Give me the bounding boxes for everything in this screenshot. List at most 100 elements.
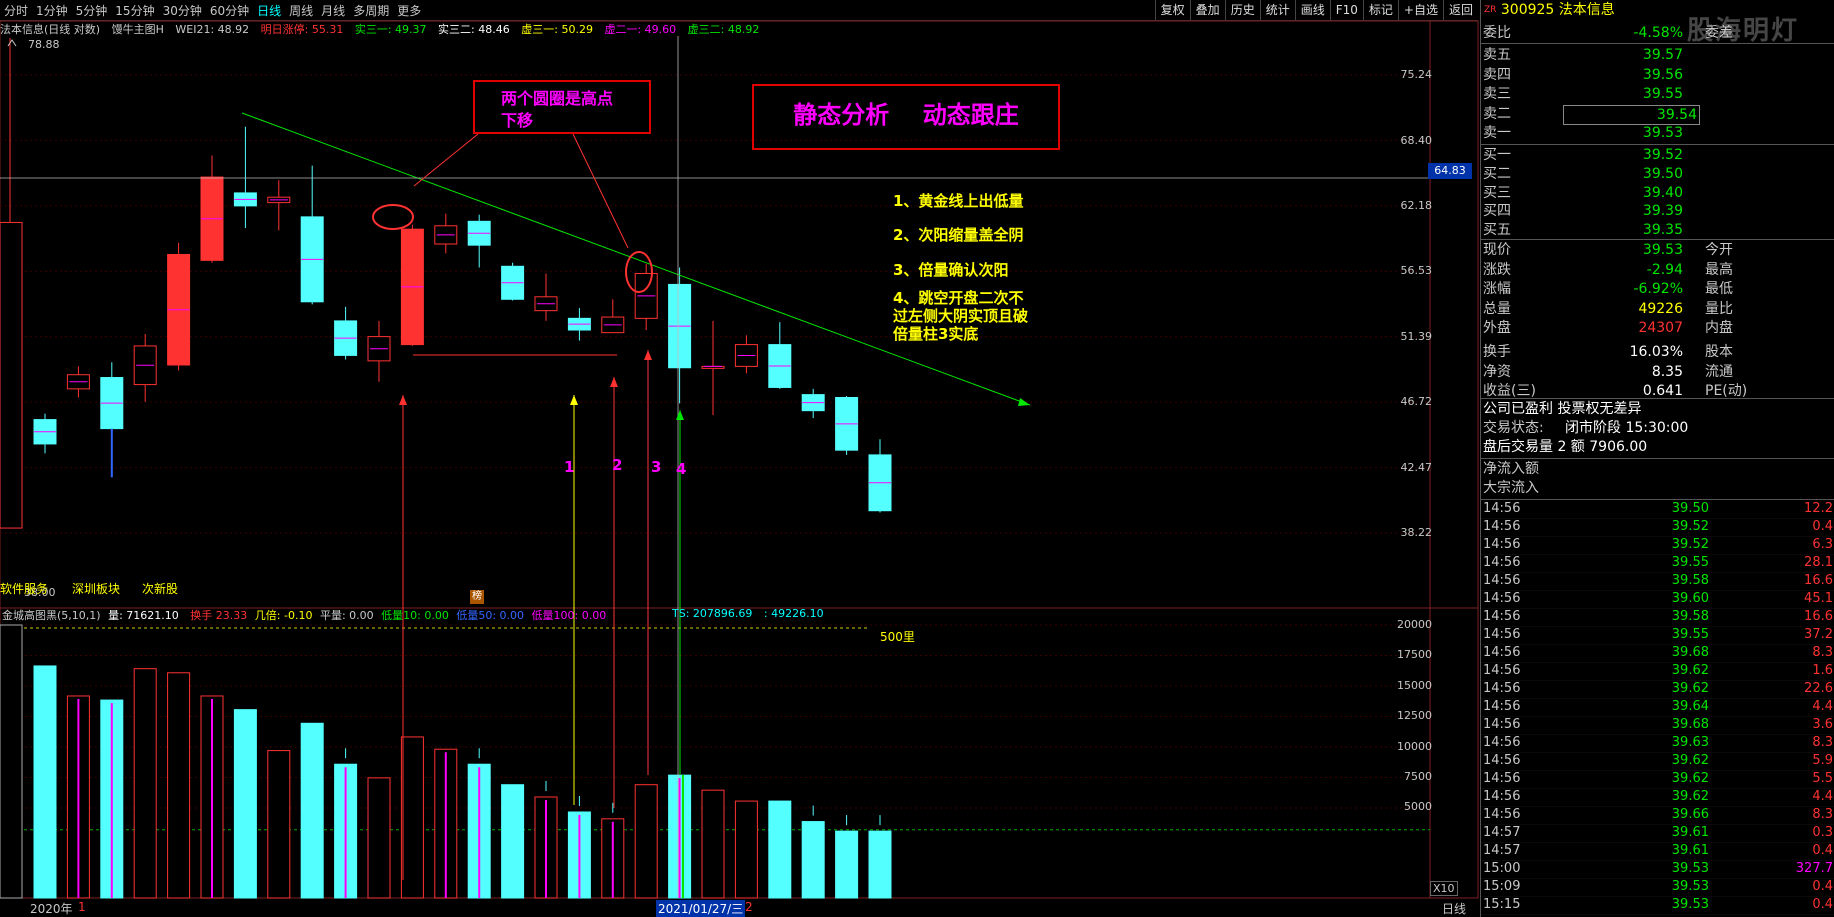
ask-row-2-price[interactable]: 39.55 <box>1643 85 1683 103</box>
ask-row-2: 卖三 39.55 <box>1483 85 1833 103</box>
volume-arrowhead-5 <box>676 410 684 420</box>
tick-row[interactable]: 14:56 39.58 16.6 <box>1481 608 1834 627</box>
volume-bar <box>300 722 324 899</box>
diliang100-value: 低量100: 0.00 <box>531 609 607 622</box>
price-tick-0: 75.24 <box>1400 68 1433 81</box>
tag-software[interactable]: 软件服务 <box>0 580 48 597</box>
daily-period-label[interactable]: 日线 <box>1442 900 1466 917</box>
tick-row[interactable]: 14:57 39.61 0.4 <box>1481 842 1834 861</box>
bid-row-1-label: 买二 <box>1483 165 1511 182</box>
status-row-2: 交易状态: 闭市阶段 15:30:00 <box>1483 419 1833 437</box>
tick-time: 14:56 <box>1483 519 1521 534</box>
tick-row[interactable]: 14:56 39.68 8.3 <box>1481 644 1834 663</box>
tick-row[interactable]: 14:56 39.58 16.6 <box>1481 572 1834 591</box>
volume-bar <box>367 777 391 899</box>
tick-price: 39.62 <box>1671 681 1709 696</box>
marker-num-3: 3 <box>651 458 662 476</box>
trend-line-arrow <box>1018 398 1030 406</box>
tick-time: 14:56 <box>1483 717 1521 732</box>
tick-volume: 327.7 <box>1795 861 1833 876</box>
stat-row-2: 涨幅 -6.92% 最低 <box>1483 280 1833 298</box>
ask-row-4-label: 卖一 <box>1483 125 1511 141</box>
stat-label-7: 收益(三) <box>1483 383 1536 400</box>
tag-shenzhen[interactable]: 深圳板块 <box>72 580 120 597</box>
volume-unit-label: X10 <box>1430 881 1458 896</box>
pointer-arrow-2 <box>572 133 629 249</box>
tick-price: 39.68 <box>1671 645 1709 660</box>
tick-time: 14:56 <box>1483 537 1521 552</box>
stat-value-6: 8.35 <box>1651 363 1683 380</box>
tick-row[interactable]: 14:56 39.60 45.1 <box>1481 590 1834 609</box>
stat-row-5: 换手 16.03% 股本 <box>1483 343 1833 361</box>
tick-volume: 16.6 <box>1804 609 1833 624</box>
stat-right-label-2: 最低 <box>1705 281 1733 298</box>
tick-time: 14:56 <box>1483 645 1521 660</box>
tick-row[interactable]: 15:00 39.53 327.7 <box>1481 860 1834 879</box>
tag-newstock[interactable]: 次新股 <box>142 580 178 597</box>
volume-bar <box>801 821 825 899</box>
bid-row-0-price[interactable]: 39.52 <box>1643 146 1683 164</box>
tick-row[interactable]: 14:56 39.52 6.3 <box>1481 536 1834 555</box>
ask-row-1-price[interactable]: 39.56 <box>1643 66 1683 84</box>
stock-code: 300925 <box>1500 2 1555 18</box>
stat-right-label-3: 量比 <box>1705 300 1733 317</box>
ask-row-3-price[interactable]: 39.54 <box>1563 104 1700 125</box>
date-month1-label: 1 <box>78 900 86 914</box>
tick-price: 39.61 <box>1671 825 1709 840</box>
tick-row[interactable]: 14:56 39.62 5.5 <box>1481 770 1834 789</box>
bid-row-1-price[interactable]: 39.50 <box>1643 165 1683 183</box>
tick-row[interactable]: 14:56 39.64 4.4 <box>1481 698 1834 717</box>
status-3: 盘后交易量 2 额 7906.00 <box>1483 439 1648 455</box>
tick-price: 39.53 <box>1671 897 1709 912</box>
volume-bar <box>768 800 792 899</box>
tick-time: 14:56 <box>1483 627 1521 642</box>
tick-row[interactable]: 14:56 39.55 37.2 <box>1481 626 1834 645</box>
tick-volume: 5.9 <box>1812 753 1833 768</box>
tick-time: 15:00 <box>1483 861 1521 876</box>
stat-label-1: 涨跌 <box>1483 261 1511 278</box>
tick-row[interactable]: 14:56 39.66 8.3 <box>1481 806 1834 825</box>
ts-value: TS: 207896.69 <box>672 607 753 620</box>
ask-row-0-price[interactable]: 39.57 <box>1643 46 1683 64</box>
bid-row-2-price[interactable]: 39.40 <box>1643 184 1683 202</box>
tick-price: 39.61 <box>1671 843 1709 858</box>
stat-row-3: 总量 49226 量比 <box>1483 300 1833 318</box>
tick-row[interactable]: 14:57 39.61 0.3 <box>1481 824 1834 843</box>
kline-chart[interactable] <box>0 0 1480 917</box>
marker-num-4: 4 <box>676 460 687 478</box>
tick-time: 14:56 <box>1483 573 1521 588</box>
tick-row[interactable]: 14:56 39.62 1.6 <box>1481 662 1834 681</box>
tick-row[interactable]: 14:56 39.52 0.4 <box>1481 518 1834 537</box>
volume-tick-0: 20000 <box>1397 618 1432 631</box>
bang-badge[interactable]: 榜 <box>470 590 484 604</box>
tick-row[interactable]: 14:56 39.55 28.1 <box>1481 554 1834 573</box>
bid-row-3-price[interactable]: 39.39 <box>1643 202 1683 220</box>
ask-row-3-label: 卖二 <box>1483 105 1511 122</box>
netflow-label: 净流入额 <box>1483 461 1539 477</box>
tick-price: 39.55 <box>1671 627 1709 642</box>
volume-indicator-name[interactable]: 金城高图黑(5,10,1) <box>2 609 101 622</box>
tick-row[interactable]: 14:56 39.68 3.6 <box>1481 716 1834 735</box>
tick-price: 39.68 <box>1671 717 1709 732</box>
bid-row-4-label: 买五 <box>1483 222 1511 239</box>
tick-volume: 0.4 <box>1812 897 1833 912</box>
bid-row-4-price[interactable]: 39.35 <box>1643 221 1683 239</box>
tick-row[interactable]: 14:56 39.63 8.3 <box>1481 734 1834 753</box>
volume-arrowhead-2 <box>570 395 578 405</box>
tick-price: 39.62 <box>1671 789 1709 804</box>
ts2-value: : 49226.10 <box>763 607 824 620</box>
tick-price: 39.58 <box>1671 573 1709 588</box>
quote-panel: ZR 300925 法本信息 股海明灯 委比 -4.58% 委差 公司已盈利 投… <box>1480 0 1834 917</box>
tick-row[interactable]: 15:09 39.53 0.4 <box>1481 878 1834 897</box>
tick-row[interactable]: 15:15 39.53 0.4 <box>1481 896 1834 915</box>
tick-row[interactable]: 14:56 39.62 22.6 <box>1481 680 1834 699</box>
stat-label-3: 总量 <box>1483 300 1511 317</box>
stat-label-2: 涨幅 <box>1483 281 1511 298</box>
tick-row[interactable]: 14:56 39.62 4.4 <box>1481 788 1834 807</box>
tick-row[interactable]: 14:56 39.50 12.2 <box>1481 500 1834 519</box>
price-tick-3: 56.53 <box>1400 264 1433 277</box>
tick-row[interactable]: 14:56 39.62 5.9 <box>1481 752 1834 771</box>
tick-price: 39.62 <box>1671 753 1709 768</box>
ask-row-4-price[interactable]: 39.53 <box>1643 124 1683 142</box>
tick-time: 14:57 <box>1483 825 1521 840</box>
